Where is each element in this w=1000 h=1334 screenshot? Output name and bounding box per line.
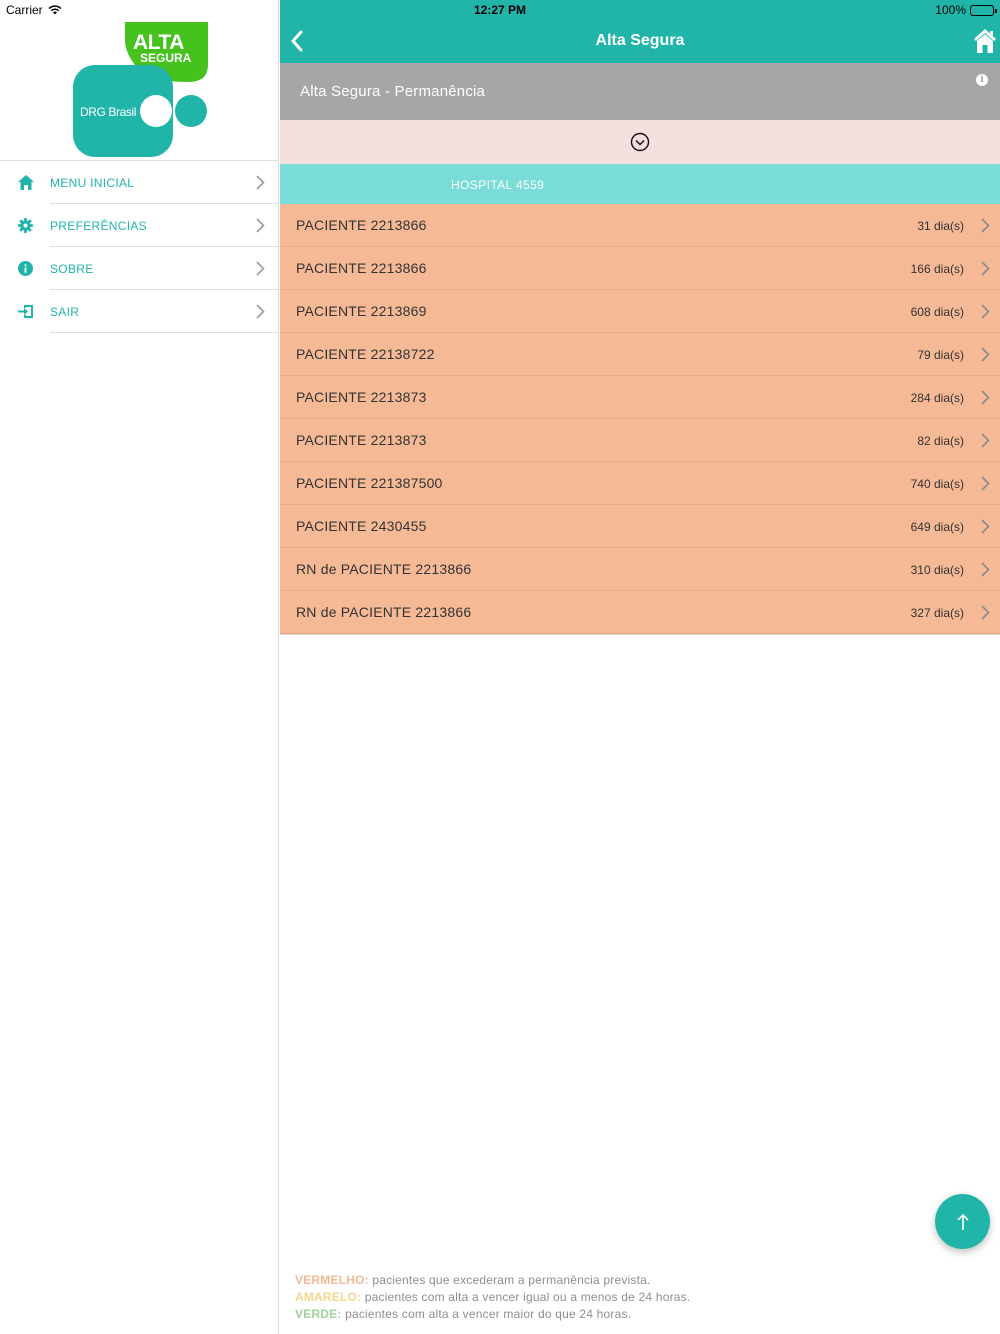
legend-yellow-key: AMARELO: (295, 1290, 362, 1304)
patient-row[interactable]: PACIENTE 2213873 82 dia(s) (280, 419, 1000, 462)
menu-divider (50, 332, 279, 333)
patient-name: PACIENTE 2213873 (296, 432, 427, 448)
legend-green-text: pacientes com alta a vencer maior do que… (341, 1307, 632, 1321)
sidebar-item-label: PREFERÊNCIAS (50, 219, 147, 233)
battery-icon (970, 4, 997, 16)
patient-name: PACIENTE 2430455 (296, 518, 427, 534)
patient-row[interactable]: PACIENTE 22138722 79 dia(s) (280, 333, 1000, 376)
home-icon[interactable] (973, 28, 997, 54)
chevron-right-icon (981, 476, 990, 496)
chevron-right-icon (981, 605, 990, 625)
patient-row[interactable]: PACIENTE 221387500 740 dia(s) (280, 462, 1000, 505)
patient-name: PACIENTE 221387500 (296, 475, 443, 491)
legend-red-key: VERMELHO: (295, 1273, 369, 1287)
sidebar-item-preferencias[interactable]: PREFERÊNCIAS (0, 204, 279, 247)
legend-yellow-text: pacientes com alta a vencer igual ou a m… (361, 1290, 691, 1304)
legend-red-text: pacientes que excederam a permanência pr… (368, 1273, 651, 1287)
chevron-right-icon (256, 218, 265, 238)
patient-days: 649 dia(s) (910, 520, 964, 534)
home-icon (17, 174, 34, 191)
sidebar-item-label: SOBRE (50, 262, 94, 276)
legend-yellow: AMARELO: pacientes com alta a vencer igu… (295, 1289, 690, 1306)
legend-green-key: VERDE: (295, 1307, 342, 1321)
chevron-right-icon (981, 390, 990, 410)
battery-indicator: 100% (935, 3, 997, 17)
patient-row[interactable]: PACIENTE 2430455 649 dia(s) (280, 505, 1000, 548)
logo-segura-text: SEGURA (140, 51, 192, 65)
sidebar-item-sobre[interactable]: SOBRE (0, 247, 279, 290)
patient-name: PACIENTE 22138722 (296, 346, 435, 362)
color-legend: VERMELHO: pacientes que excederam a perm… (295, 1272, 690, 1323)
sidebar-menu: MENU INICIAL PREFERÊNCIAS SOBRE SAIR (0, 160, 279, 333)
logout-icon (17, 303, 34, 320)
patient-name: PACIENTE 2213873 (296, 389, 427, 405)
hospital-label: HOSPITAL 4559 (451, 178, 545, 192)
patient-row[interactable]: PACIENTE 2213873 284 dia(s) (280, 376, 1000, 419)
arrow-up-icon (956, 1213, 969, 1230)
list-divider (280, 634, 1000, 635)
patient-name: PACIENTE 2213866 (296, 217, 427, 233)
patient-name: PACIENTE 2213869 (296, 303, 427, 319)
chevron-right-icon (981, 519, 990, 539)
gear-icon (17, 217, 34, 234)
chevron-down-circle-icon (630, 132, 650, 152)
patient-list: PACIENTE 2213866 31 dia(s) PACIENTE 2213… (280, 204, 1000, 635)
sidebar-item-label: MENU INICIAL (50, 176, 135, 190)
main-panel: Alta Segura Alta Segura - Permanência i … (280, 0, 1000, 1334)
sidebar-item-menu-inicial[interactable]: MENU INICIAL (0, 161, 279, 204)
patient-days: 327 dia(s) (910, 606, 964, 620)
patient-days: 608 dia(s) (910, 305, 964, 319)
hospital-group-header: HOSPITAL 4559 (280, 164, 1000, 204)
alta-segura-logo: ALTA SEGURA DRG Brasil (73, 22, 208, 157)
patient-days: 166 dia(s) (910, 262, 964, 276)
scroll-to-top-button[interactable] (935, 1194, 990, 1249)
patient-name: RN de PACIENTE 2213866 (296, 604, 472, 620)
sidebar-item-sair[interactable]: SAIR (0, 290, 279, 333)
logo-brand-text: DRG Brasil (80, 105, 136, 119)
page-title: Alta Segura (595, 32, 685, 49)
battery-label: 100% (935, 3, 966, 17)
patient-row[interactable]: RN de PACIENTE 2213866 327 dia(s) (280, 591, 1000, 634)
chevron-right-icon (981, 562, 990, 582)
chevron-right-icon (981, 347, 990, 367)
legend-red: VERMELHO: pacientes que excederam a perm… (295, 1272, 690, 1289)
patient-row[interactable]: PACIENTE 2213869 608 dia(s) (280, 290, 1000, 333)
info-icon[interactable]: i (976, 74, 988, 86)
patient-row[interactable]: PACIENTE 2213866 166 dia(s) (280, 247, 1000, 290)
section-title: Alta Segura - Permanência (300, 83, 486, 100)
sidebar-item-label: SAIR (50, 305, 80, 319)
patient-days: 284 dia(s) (910, 391, 964, 405)
chevron-right-icon (981, 261, 990, 281)
sidebar: ALTA SEGURA DRG Brasil MENU INICIAL PREF… (0, 0, 279, 1334)
chevron-right-icon (981, 433, 990, 453)
patient-name: PACIENTE 2213866 (296, 260, 427, 276)
patient-name: RN de PACIENTE 2213866 (296, 561, 472, 577)
patient-days: 79 dia(s) (917, 348, 964, 362)
chevron-right-icon (981, 218, 990, 238)
patient-row[interactable]: PACIENTE 2213866 31 dia(s) (280, 204, 1000, 247)
patient-days: 310 dia(s) (910, 563, 964, 577)
expand-toggle[interactable] (280, 120, 1000, 164)
patient-days: 82 dia(s) (917, 434, 964, 448)
chevron-right-icon (256, 304, 265, 324)
info-icon (17, 260, 34, 277)
legend-green: VERDE: pacientes com alta a vencer maior… (295, 1306, 690, 1323)
chevron-right-icon (256, 261, 265, 281)
status-time: 12:27 PM (473, 3, 527, 17)
status-bar: Carrier 12:27 PM 100% (0, 0, 1000, 20)
chevron-right-icon (256, 175, 265, 195)
section-header: Alta Segura - Permanência i (280, 63, 1000, 120)
patient-days: 740 dia(s) (910, 477, 964, 491)
patient-row[interactable]: RN de PACIENTE 2213866 310 dia(s) (280, 548, 1000, 591)
patient-days: 31 dia(s) (917, 219, 964, 233)
chevron-right-icon (981, 304, 990, 324)
